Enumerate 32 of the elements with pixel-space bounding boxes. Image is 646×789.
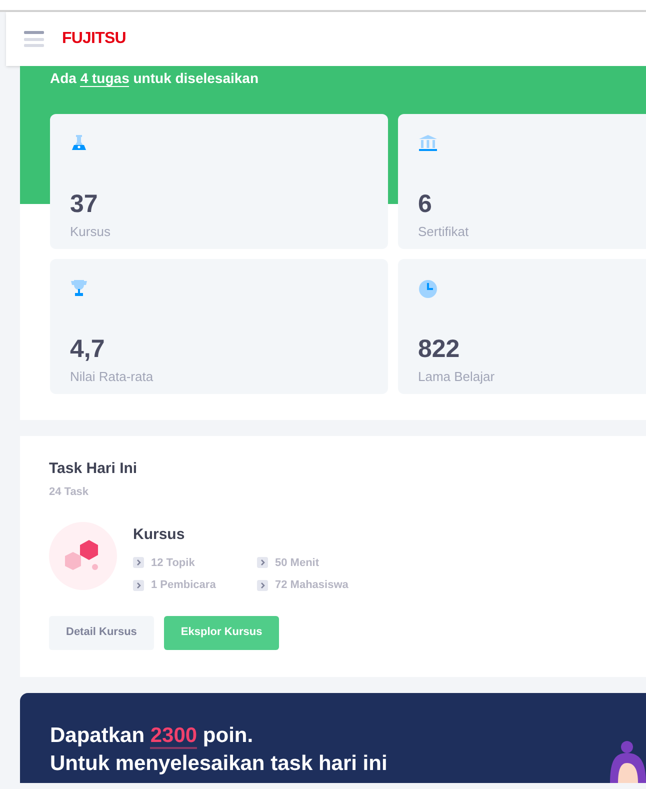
clock-icon (418, 279, 438, 299)
banner-text: Ada 4 tugas untuk diselesaikan (50, 69, 260, 89)
stat-value: 822 (418, 335, 460, 363)
stat-label: Nilai Rata-rata (70, 368, 154, 386)
trophy-icon (70, 279, 88, 297)
bank-icon (418, 134, 438, 152)
promo-subtitle: Untuk menyelesaikan task hari ini (50, 750, 388, 776)
course-detail: 50 Menit (275, 556, 320, 570)
task-count: 24 Task (49, 484, 90, 500)
menu-icon[interactable] (24, 30, 44, 48)
stat-value: 6 (418, 190, 432, 218)
chevron-icon (257, 557, 268, 568)
logo[interactable]: FUJITSU (62, 27, 126, 51)
stat-label: Lama Belajar (418, 368, 495, 386)
detail-button[interactable]: Detail Kursus (49, 616, 154, 650)
chevron-icon (133, 580, 144, 591)
task-title: Task Hari Ini (49, 459, 138, 479)
character-illustration (608, 740, 646, 782)
stat-value: 4,7 (70, 335, 105, 363)
course-title: Kursus (133, 525, 186, 545)
explore-button[interactable]: Eksplor Kursus (164, 616, 280, 650)
stat-label: Kursus (70, 223, 110, 241)
promo-headline: Dapatkan 2300 poin. (50, 722, 254, 748)
course-detail: 1 Pembicara (151, 578, 216, 593)
course-detail: 12 Topik (151, 556, 195, 570)
chevron-icon (133, 557, 144, 568)
stat-label: Sertifikat (418, 223, 469, 241)
chevron-icon (257, 580, 268, 591)
stat-value: 37 (70, 190, 98, 218)
course-detail: 72 Mahasiswa (275, 578, 348, 593)
flask-icon (70, 134, 88, 152)
course-icon (49, 522, 117, 590)
